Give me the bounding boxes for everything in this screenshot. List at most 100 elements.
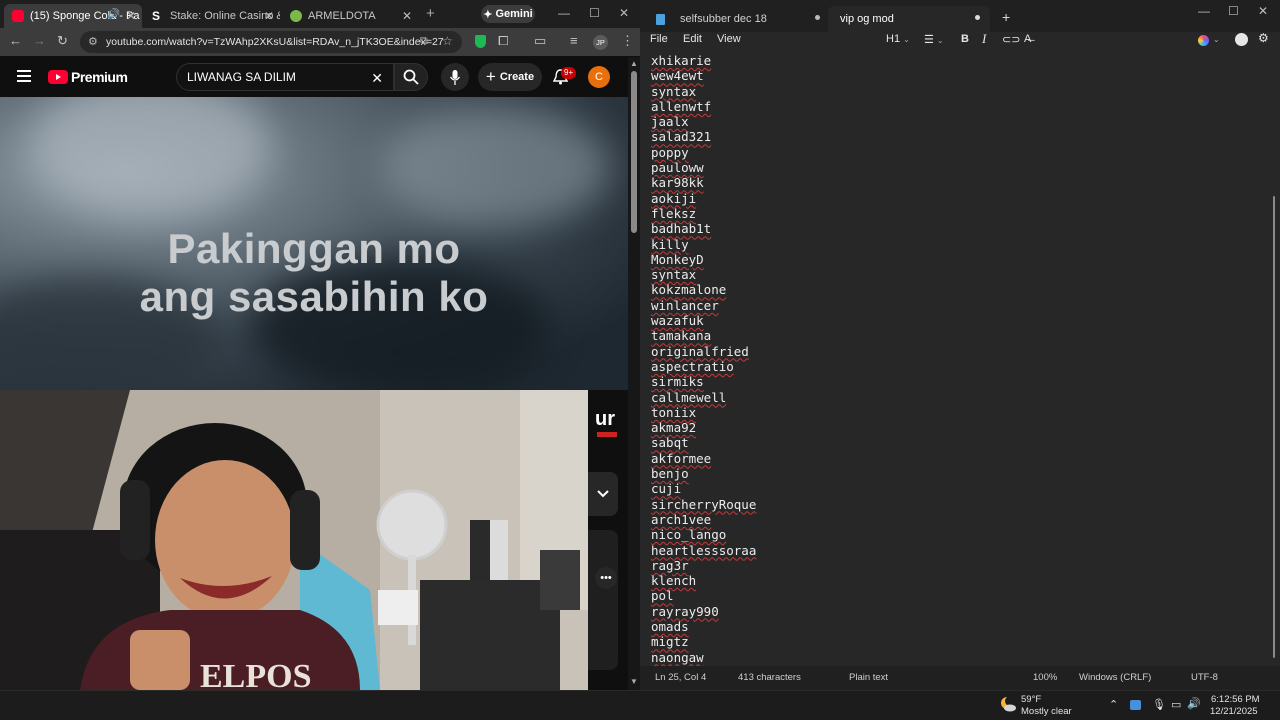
media-controls-icon[interactable]: ≡ xyxy=(570,33,578,48)
browser-tab-armeldota[interactable]: ARMELDOTA ✕ xyxy=(282,4,418,28)
new-tab-icon[interactable]: + xyxy=(1002,9,1010,25)
text-editor[interactable]: xhikarie wew4ewt syntax allenwtf jaalx salad3… xyxy=(640,52,1268,666)
speaker-icon[interactable]: 🔊 xyxy=(108,9,120,20)
editor-line[interactable]: arch1vee xyxy=(651,512,756,527)
editor-line[interactable]: pauloww xyxy=(651,160,756,175)
editor-line[interactable]: akformee xyxy=(651,451,756,466)
editor-line[interactable]: originalfried xyxy=(651,344,756,359)
site-info-icon[interactable]: ⚙ xyxy=(88,35,98,48)
editor-line[interactable]: sabqt xyxy=(651,435,756,450)
editor-line[interactable]: toniix xyxy=(651,405,756,420)
italic-icon[interactable]: I xyxy=(982,31,986,47)
address-bar[interactable]: ⚙ youtube.com/watch?v=TzWAhp2XKsU&list=R… xyxy=(80,31,462,53)
menu-edit[interactable]: Edit xyxy=(683,33,702,45)
editor-line[interactable]: benjo xyxy=(651,466,756,481)
chevron-down-icon[interactable]: ⌄ xyxy=(1213,35,1220,44)
editor-line[interactable]: aokiji xyxy=(651,191,756,206)
editor-line[interactable]: klench xyxy=(651,573,756,588)
close-tab-icon[interactable]: ✕ xyxy=(402,9,412,23)
menu-view[interactable]: View xyxy=(717,33,741,45)
editor-line[interactable]: fleksz xyxy=(651,206,756,221)
youtube-logo[interactable]: Premium xyxy=(48,69,128,85)
editor-line[interactable]: rayray990 xyxy=(651,604,756,619)
zoom-level[interactable]: 100% xyxy=(1033,672,1057,683)
unsaved-dot-icon[interactable] xyxy=(975,15,980,20)
heading-select[interactable]: H1 ⌄ xyxy=(886,33,910,45)
editor-line[interactable]: nico_lango xyxy=(651,527,756,542)
bold-icon[interactable]: B xyxy=(961,33,969,45)
close-tab-icon[interactable]: ✕ xyxy=(264,9,274,23)
youtube-avatar[interactable]: C xyxy=(588,66,610,88)
video-player[interactable]: Pakinggan mo ang sasabihin ko xyxy=(0,97,628,390)
clock-time[interactable]: 6:12:56 PM xyxy=(1211,694,1260,705)
more-menu-icon[interactable]: ⋮ xyxy=(621,33,634,49)
voice-search-button[interactable] xyxy=(441,63,469,91)
editor-scrollbar[interactable] xyxy=(1268,52,1280,666)
minimize-icon[interactable]: — xyxy=(1198,4,1210,18)
editor-line[interactable]: allenwtf xyxy=(651,99,756,114)
editor-line[interactable]: kokzmalone xyxy=(651,282,756,297)
shield-extension-icon[interactable] xyxy=(475,35,486,48)
install-app-icon[interactable]: ⧉ xyxy=(420,35,428,48)
search-button[interactable] xyxy=(394,63,428,91)
hamburger-menu-icon[interactable] xyxy=(17,70,31,82)
editor-line[interactable]: xhikarie xyxy=(651,53,756,68)
browser-tab-stake[interactable]: S Stake: Online Casino & Sp ✕ xyxy=(144,4,280,28)
clock-date[interactable]: 12/21/2025 xyxy=(1210,706,1258,717)
editor-line[interactable]: akma92 xyxy=(651,420,756,435)
editor-line[interactable]: syntax xyxy=(651,84,756,99)
editor-line[interactable]: badhab1t xyxy=(651,221,756,236)
link-icon[interactable]: ⊂⊃ xyxy=(1002,33,1020,46)
account-icon[interactable] xyxy=(1235,33,1248,46)
clear-search-icon[interactable]: ✕ xyxy=(371,70,383,87)
channel-brand-logo[interactable]: ur xyxy=(595,408,621,438)
more-options-icon[interactable]: ••• xyxy=(595,567,617,589)
editor-line[interactable]: tamakana xyxy=(651,328,756,343)
back-arrow-icon[interactable]: ← xyxy=(9,33,22,48)
editor-line[interactable]: callmewell xyxy=(651,390,756,405)
encoding[interactable]: UTF-8 xyxy=(1191,672,1218,683)
editor-line[interactable]: aspectratio xyxy=(651,359,756,374)
menu-file[interactable]: File xyxy=(650,33,668,45)
scroll-down-icon[interactable]: ▼ xyxy=(630,677,638,686)
editor-line[interactable]: poppy xyxy=(651,145,756,160)
editor-line[interactable]: pol xyxy=(651,588,756,603)
editor-line[interactable]: winlancer xyxy=(651,298,756,313)
close-window-icon[interactable]: ✕ xyxy=(619,6,629,20)
maximize-icon[interactable]: ☐ xyxy=(1228,4,1239,18)
editor-line[interactable]: kar98kk xyxy=(651,175,756,190)
editor-line[interactable]: jaalx xyxy=(651,114,756,129)
network-icon[interactable]: ▭ xyxy=(1171,698,1181,711)
editor-line[interactable]: wazafuk xyxy=(651,313,756,328)
editor-line[interactable]: rag3r xyxy=(651,558,756,573)
microphone-tray-icon[interactable]: 🎙 xyxy=(1152,698,1166,711)
weather-desc[interactable]: Mostly clear xyxy=(1021,706,1072,717)
copilot-icon[interactable] xyxy=(1198,35,1209,46)
editor-line[interactable]: sirmiks xyxy=(651,374,756,389)
editor-line[interactable]: naongaw xyxy=(651,650,756,665)
close-window-icon[interactable]: ✕ xyxy=(1258,4,1268,18)
maximize-icon[interactable]: ☐ xyxy=(589,6,600,20)
editor-line[interactable]: omads xyxy=(651,619,756,634)
text-format[interactable]: Plain text xyxy=(849,672,888,683)
reload-icon[interactable]: ↻ xyxy=(57,33,68,49)
browser-tab-youtube[interactable]: (15) Sponge Cola - Pa 🔊 ✕ xyxy=(4,4,142,28)
cloud-app-tray-icon[interactable] xyxy=(1130,700,1141,710)
gemini-button[interactable]: ✦ Gemini xyxy=(481,5,535,23)
editor-line[interactable]: cuji xyxy=(651,481,756,496)
bookmark-star-icon[interactable]: ☆ xyxy=(442,34,453,48)
weather-temp[interactable]: 59°F xyxy=(1021,694,1041,705)
volume-icon[interactable]: 🔊 xyxy=(1187,697,1201,710)
show-hidden-icons-icon[interactable]: ⌃ xyxy=(1109,698,1118,711)
weather-moon-cloud-icon[interactable] xyxy=(1000,696,1017,713)
editor-line[interactable]: salad321 xyxy=(651,129,756,144)
close-tab-icon[interactable]: ✕ xyxy=(126,9,136,23)
cast-icon[interactable]: ▭ xyxy=(534,33,546,49)
create-button[interactable]: + Create xyxy=(478,63,542,91)
extensions-puzzle-icon[interactable]: ⧠ xyxy=(498,33,508,49)
line-ending[interactable]: Windows (CRLF) xyxy=(1079,672,1151,683)
scrollbar-thumb[interactable] xyxy=(1273,196,1275,658)
editor-line[interactable]: syntax xyxy=(651,267,756,282)
settings-gear-icon[interactable]: ⚙ xyxy=(1258,31,1269,45)
scroll-up-icon[interactable]: ▲ xyxy=(630,59,638,68)
